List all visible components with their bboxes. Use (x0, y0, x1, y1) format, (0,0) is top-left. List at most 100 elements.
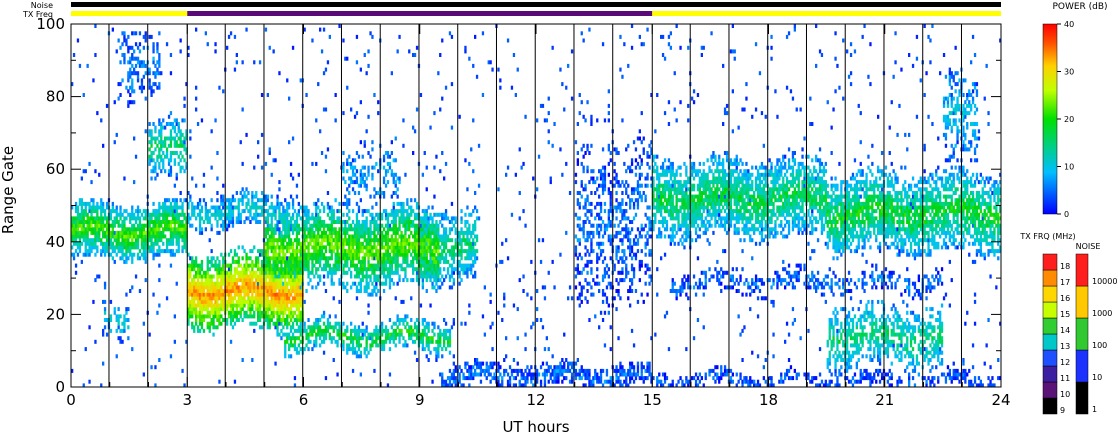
echo-cell (257, 154, 260, 159)
echo-cell (437, 227, 440, 232)
echo-cell (382, 259, 386, 264)
echo-cell (421, 336, 424, 341)
echo-cell (346, 158, 349, 163)
echo-cell (226, 45, 229, 50)
echo-cell (481, 93, 485, 97)
echo-cell (177, 154, 180, 159)
echo-cell (324, 154, 328, 159)
echo-cell (274, 212, 277, 217)
echo-cell (156, 45, 159, 50)
echo-cell (522, 372, 525, 377)
echo-cell (311, 259, 314, 264)
echo-cell (338, 216, 341, 221)
echo-cell (274, 281, 277, 286)
echo-cell (421, 278, 424, 283)
echo-cell (286, 339, 289, 344)
echo-cell (183, 140, 186, 145)
echo-cell (125, 209, 128, 214)
echo-cell (319, 325, 322, 330)
echo-cell (284, 339, 287, 344)
echo-cell (394, 321, 397, 326)
echo-cell (576, 358, 579, 362)
echo-cell (539, 259, 543, 264)
echo-cell (470, 245, 473, 250)
echo-cell (433, 263, 436, 268)
echo-cell (427, 205, 430, 210)
echo-cell (222, 281, 225, 286)
echo-cell (346, 220, 349, 224)
echo-cell (88, 325, 91, 330)
echo-cell (448, 31, 452, 36)
echo-cell (100, 252, 103, 257)
echo-cell (245, 132, 248, 137)
echo-cell (497, 368, 500, 373)
echo-cell (200, 259, 204, 264)
echo-cell (191, 325, 194, 330)
echo-cell (396, 270, 399, 275)
echo-cell (437, 354, 440, 359)
echo-cell (510, 85, 514, 90)
echo-cell (241, 60, 244, 65)
echo-cell (222, 256, 225, 261)
echo-cell (423, 325, 426, 330)
echo-cell (90, 212, 93, 217)
noise-bar-label: Noise (31, 1, 53, 10)
echo-cell (162, 230, 165, 235)
echo-cell (251, 267, 254, 272)
echo-cell (274, 238, 277, 243)
echo-cell (346, 161, 349, 166)
echo-cell (326, 318, 330, 322)
echo-cell (289, 241, 293, 246)
echo-cell (532, 376, 535, 381)
echo-cell (305, 216, 308, 221)
echo-cell (181, 143, 184, 148)
echo-cell (84, 209, 87, 214)
echo-cell (474, 274, 477, 279)
echo-cell (88, 227, 91, 232)
echo-cell (284, 223, 287, 228)
echo-cell (195, 107, 198, 112)
echo-cell (148, 147, 151, 152)
echo-cell (189, 154, 192, 159)
echo-cell (559, 147, 562, 152)
echo-cell (175, 132, 178, 137)
echo-cell (175, 209, 178, 214)
echo-cell (150, 143, 153, 148)
echo-cell (330, 238, 333, 243)
echo-cell (315, 216, 318, 221)
echo-cell (260, 274, 264, 279)
echo-cell (90, 180, 93, 185)
echo-cell (134, 154, 138, 159)
echo-cell (297, 238, 300, 243)
echo-cell (129, 289, 132, 293)
echo-cell (227, 281, 231, 286)
echo-cell (402, 209, 405, 214)
echo-cell (284, 270, 287, 275)
echo-cell (309, 216, 312, 221)
echo-cell (115, 209, 118, 214)
echo-cell (439, 328, 442, 333)
echo-cell (413, 350, 417, 355)
echo-cell (129, 212, 132, 217)
echo-cell (158, 227, 161, 232)
echo-cell (125, 259, 128, 264)
echo-cell (408, 216, 411, 221)
echo-cell (160, 143, 163, 148)
echo-cell (295, 220, 299, 224)
echo-cell (123, 34, 126, 39)
echo-cell (384, 281, 388, 286)
echo-cell (452, 354, 455, 359)
echo-cell (375, 201, 378, 206)
echo-cell (508, 365, 512, 370)
echo-cell (175, 140, 178, 145)
echo-cell (324, 376, 328, 381)
echo-cell (150, 234, 153, 239)
echo-cell (322, 205, 326, 210)
echo-cell (443, 318, 446, 322)
echo-cell (129, 67, 132, 72)
echo-cell (169, 263, 173, 268)
echo-cell (307, 209, 310, 214)
echo-cell (179, 129, 182, 134)
echo-cell (86, 234, 89, 239)
echo-cell (109, 238, 113, 243)
